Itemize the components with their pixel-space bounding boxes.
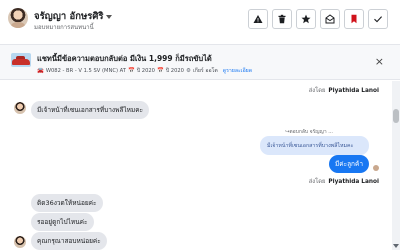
reply-quote: มีเจ้าหน้าที่เซนเอกสารที่บางพลีไหมคะ [260, 136, 369, 155]
car-thumbnail [11, 53, 31, 67]
sender-avatar [14, 236, 26, 248]
scroll-down-arrow-icon[interactable] [393, 244, 399, 248]
checkmark-icon [374, 16, 383, 23]
envelope-open-icon [325, 14, 335, 24]
gear-icon: ⚙ [186, 68, 191, 74]
banner-title: แชทนี้มีข้อความตอบกลับต่อ มีเงิน 1,999 ก… [37, 54, 212, 63]
seen-avatar [373, 165, 379, 171]
customer-name: จรัญญา อักษรศิริ [34, 11, 104, 22]
mark-unread-button[interactable] [320, 9, 340, 29]
close-icon[interactable]: × [375, 56, 384, 67]
sent-by-prefix: ส่งโดย [308, 179, 326, 185]
conversation-toolbar [248, 9, 388, 29]
ad-context-banner: แชทนี้มีข้อความตอบกลับต่อ มีเงิน 1,999 ก… [0, 44, 400, 80]
car-year: ปี 2020 [136, 68, 155, 74]
done-button[interactable] [368, 9, 388, 29]
warning-triangle-icon [253, 15, 263, 23]
car-transmission: เกียร์ ออโต [192, 68, 218, 74]
sent-by-line: ส่งโดย Piyathida Lanoi [309, 176, 379, 186]
message-bubble-outgoing[interactable]: มีค่ะลูกค้า [328, 155, 369, 173]
caret-down-icon [106, 14, 113, 19]
customer-avatar[interactable] [8, 8, 28, 28]
calendar-icon: 📅 [156, 68, 164, 74]
conversation-header: จรัญญา อักษรศิริ มอบหมายการสนทนานี้ [0, 0, 400, 40]
agent-name: Piyathida Lanoi [328, 179, 379, 185]
reply-label: ↪ตอบกลับ จรัญญา ... [285, 129, 333, 135]
car-body [12, 59, 30, 65]
star-icon [301, 14, 311, 24]
message-bubble-incoming[interactable]: รออยู่ดูกไปไหนค่ะ [31, 213, 94, 231]
car-icon: 🚘 [37, 68, 44, 74]
calendar-icon: 📅 [127, 68, 135, 74]
bookmark-tag-icon [351, 14, 357, 24]
details-link[interactable]: ดูรายละเอียด [223, 67, 252, 75]
report-button[interactable] [248, 9, 268, 29]
car-reg-year: ปี 2020 [165, 68, 184, 74]
sent-by-line: ส่งโดย Piyathida Lanoi [309, 85, 379, 95]
message-bubble-incoming[interactable]: มีเจ้าหน้าที่เซนเอกสารที่บางพลีไหมคะ [31, 101, 150, 119]
banner-meta: 🚘 W082 - BR - V 1.5 SV (MNC) AT 📅 ปี 202… [37, 67, 252, 75]
scroll-thumb[interactable] [393, 109, 399, 123]
agent-name: Piyathida Lanoi [328, 88, 379, 94]
sender-avatar [14, 102, 26, 114]
delete-button[interactable] [272, 9, 292, 29]
trash-icon [278, 14, 286, 24]
sent-by-prefix: ส่งโดย [308, 88, 326, 94]
star-button[interactable] [296, 9, 316, 29]
car-model: W082 - BR - V 1.5 SV (MNC) AT [45, 68, 126, 74]
message-bubble-incoming[interactable]: คุณกรุณาสอบหน่อยค่ะ [31, 232, 107, 250]
message-bubble-incoming[interactable]: ติด36งวดให้หน่อยค่ะ [31, 194, 103, 212]
chat-thread: ส่งโดย Piyathida Lanoi มีเจ้าหน้าที่เซนเอ… [0, 81, 392, 250]
tag-button[interactable] [344, 9, 364, 29]
assign-conversation-link[interactable]: มอบหมายการสนทนานี้ [34, 22, 94, 32]
chat-scrollbar[interactable] [392, 81, 400, 250]
